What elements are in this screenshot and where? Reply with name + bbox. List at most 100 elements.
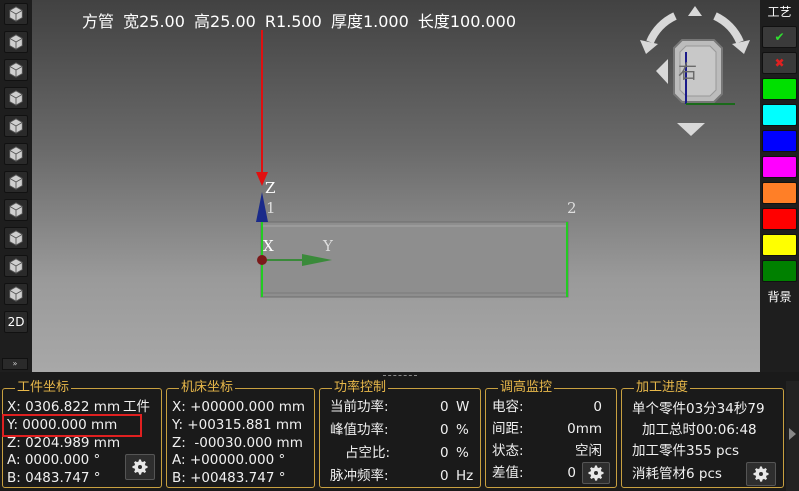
layer-color-5-button[interactable] (762, 182, 797, 204)
view-bottom-icon (9, 174, 23, 190)
view-top-icon (9, 146, 23, 162)
axis-y-label: Y (323, 237, 333, 255)
view-front-button[interactable] (4, 31, 28, 53)
check-icon: ✔ (774, 30, 785, 44)
view-iso-3-icon (9, 230, 23, 246)
view-iso-3-button[interactable] (4, 227, 28, 249)
workpiece-x: X: 0306.822 mm (7, 399, 121, 415)
view-back-button[interactable] (4, 59, 28, 81)
height-row-value: 0 (593, 399, 602, 415)
power-row-label: 当前功率: (330, 399, 389, 415)
view-iso-5-button[interactable] (4, 283, 28, 305)
view-iso-1-icon (9, 6, 23, 22)
power-row-value: 0 (440, 468, 449, 484)
view-front-icon (9, 34, 23, 50)
machine-b: B: +00483.747 ° (172, 470, 286, 486)
arrow-down-icon (677, 123, 705, 136)
highlight-box (2, 414, 142, 437)
layer-color-4-button[interactable] (762, 156, 797, 178)
view-left-button[interactable] (4, 87, 28, 109)
power-row-label: 峰值功率: (330, 422, 389, 438)
rotate-cw-icon (713, 12, 744, 44)
view-iso-4-button[interactable] (4, 255, 28, 277)
x-icon: ✖ (774, 56, 785, 70)
layer-color-3-button[interactable] (762, 130, 797, 152)
height-row-value: 0 (567, 465, 576, 481)
view-bottom-button[interactable] (4, 171, 28, 193)
workpiece-b: B: 0483.747 ° (7, 470, 101, 486)
machine-z: Z: -00030.000 mm (172, 435, 303, 451)
gear-icon (132, 459, 148, 475)
progress-settings-button[interactable] (746, 462, 776, 486)
power-row-value: 0 (440, 399, 449, 415)
machine-x: X: +00000.000 mm (172, 399, 305, 415)
view-iso-2-button[interactable] (4, 199, 28, 221)
layer-color-2-button[interactable] (762, 104, 797, 126)
layer-color-7-button[interactable] (762, 234, 797, 256)
workpiece-title: 工件坐标 (15, 380, 72, 395)
layer-color-6-button[interactable] (762, 208, 797, 230)
power-row-label: 占空比: (345, 445, 391, 461)
view-cube-face-label[interactable]: 右 (678, 61, 697, 83)
progress-total-time: 加工总时00:06:48 (642, 422, 757, 438)
height-settings-button[interactable] (582, 462, 610, 484)
height-row-label: 电容: (492, 399, 524, 415)
height-title: 调高监控 (498, 380, 555, 395)
workpiece-tag: 工件 (123, 399, 150, 415)
process-bar: 工艺 ✔ ✖ 背景 (760, 0, 799, 372)
machine-title: 机床坐标 (179, 380, 236, 395)
progress-parts: 加工零件355 pcs (632, 443, 740, 459)
power-row-unit: % (456, 422, 469, 438)
layer-color-1-button[interactable] (762, 78, 797, 100)
power-title: 功率控制 (332, 380, 389, 395)
workpiece-z: Z: 0204.989 mm (7, 435, 121, 451)
progress-title: 加工进度 (634, 380, 691, 395)
panel-scroll-right[interactable] (786, 381, 799, 491)
power-row-value: 0 (440, 445, 449, 461)
power-row-label: 脉冲频率: (330, 468, 389, 484)
process-button[interactable]: 工艺 (762, 2, 797, 24)
view-right-button[interactable] (4, 115, 28, 137)
power-row-unit: Hz (456, 468, 474, 484)
arrow-left-icon (656, 59, 668, 84)
machine-a: A: +00000.000 ° (172, 452, 286, 468)
height-row-label: 状态: (492, 443, 524, 459)
height-panel: 调高监控 电容: 0 间距: 0mm 状态: 空闲 差值: 0 (485, 381, 617, 488)
power-panel: 功率控制 当前功率: 0 W 峰值功率: 0% 占空比: 0% 脉冲频率: 0 Hz (319, 381, 481, 488)
3d-viewport[interactable]: 方管 宽25.00 高25.00 R1.500 厚度1.000 长度100.00… (32, 0, 760, 372)
collapse-toolbar-button[interactable]: » (2, 358, 28, 370)
view-iso-5-icon (9, 286, 23, 302)
point-1-label: 1 (266, 199, 276, 217)
machine-panel: 机床坐标 X: +00000.000 mm Y: +00315.881 mm Z… (166, 381, 315, 488)
cancel-button[interactable]: ✖ (762, 52, 797, 74)
height-row-label: 间距: (492, 421, 524, 437)
workpiece-settings-button[interactable] (125, 454, 155, 480)
view-iso-2-icon (9, 202, 23, 218)
view-iso-1-button[interactable] (4, 3, 28, 25)
chevron-right-icon (789, 428, 796, 440)
workpiece-a: A: 0000.000 ° (7, 452, 101, 468)
background-button[interactable]: 背景 (762, 287, 797, 309)
power-row-unit: % (456, 445, 469, 461)
progress-panel: 加工进度 单个零件03分34秒79 加工总时00:06:48 加工零件355 p… (621, 381, 784, 488)
layer-color-8-button[interactable] (762, 260, 797, 282)
confirm-button[interactable]: ✔ (762, 26, 797, 48)
progress-tubes: 消耗管材6 pcs (632, 466, 722, 482)
view-2d-button[interactable]: 2D (4, 311, 28, 333)
axis-z-label: Z (265, 179, 276, 197)
arrow-up-icon (688, 6, 702, 16)
view-top-button[interactable] (4, 143, 28, 165)
view-left-icon (9, 90, 23, 106)
view-back-icon (9, 62, 23, 78)
view-right-icon (9, 118, 23, 134)
height-row-label: 差值: (492, 465, 524, 481)
gear-icon (753, 466, 769, 482)
rotate-ccw-icon (646, 12, 677, 44)
view-iso-4-icon (9, 258, 23, 274)
origin-point (257, 255, 267, 265)
point-2-label: 2 (567, 199, 577, 217)
gear-icon (588, 465, 604, 481)
splitter-grip[interactable] (383, 375, 417, 377)
height-row-value: 空闲 (575, 443, 602, 459)
power-row-value: 0 (440, 422, 449, 438)
